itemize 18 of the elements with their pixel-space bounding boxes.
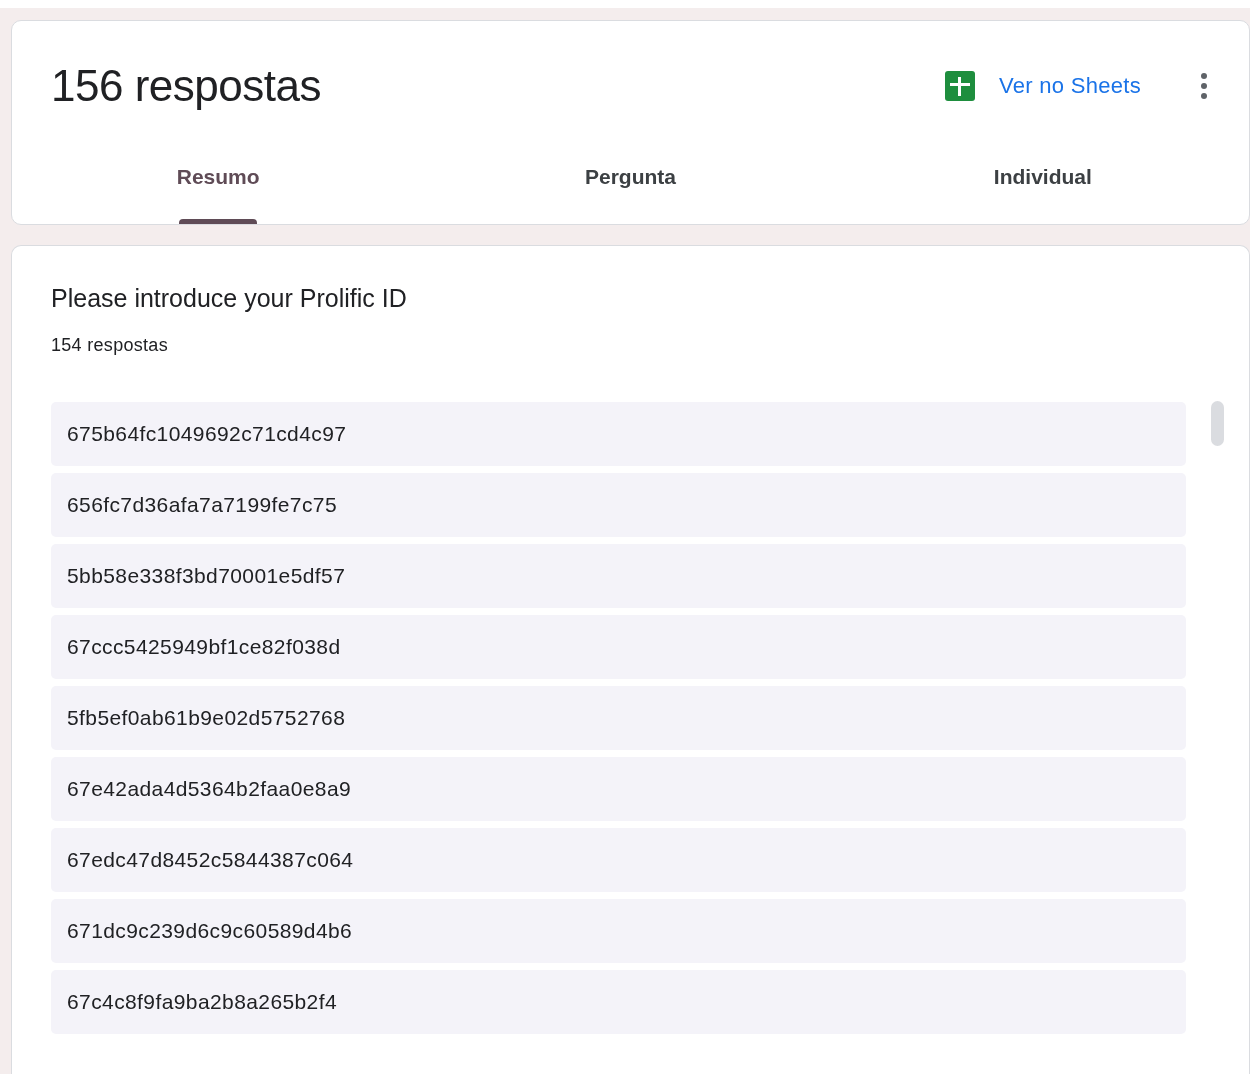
answer-row: 671dc9c239d6c9c60589d4b6 xyxy=(51,899,1186,963)
answer-row: 5bb58e338f3bd70001e5df57 xyxy=(51,544,1186,608)
answer-row: 5fb5ef0ab61b9e02d5752768 xyxy=(51,686,1186,750)
answer-row: 675b64fc1049692c71cd4c97 xyxy=(51,402,1186,466)
answer-row: 656fc7d36afa7a7199fe7c75 xyxy=(51,473,1186,537)
response-count: 154 respostas xyxy=(51,335,169,356)
question-title: Please introduce your Prolific ID xyxy=(51,284,408,313)
answer-row: 67e42ada4d5364b2faa0e8a9 xyxy=(51,757,1186,821)
answer-row: 67c4c8f9fa9ba2b8a265b2f4 xyxy=(51,970,1186,1034)
spreadsheet-icon xyxy=(944,71,975,101)
responses-title: 156 respostas xyxy=(51,61,322,111)
answer-row: 67ccc5425949bf1ce82f038d xyxy=(51,615,1186,679)
scrollbar-thumb[interactable] xyxy=(1211,401,1224,446)
tab[interactable]: Resumo xyxy=(12,144,425,224)
view-in-sheets-link[interactable]: Ver no Sheets xyxy=(944,71,1141,101)
tab[interactable]: Pergunta xyxy=(424,144,837,224)
answer-row: 67edc47d8452c5844387c064 xyxy=(51,828,1186,892)
tab[interactable]: Individual xyxy=(836,144,1249,224)
